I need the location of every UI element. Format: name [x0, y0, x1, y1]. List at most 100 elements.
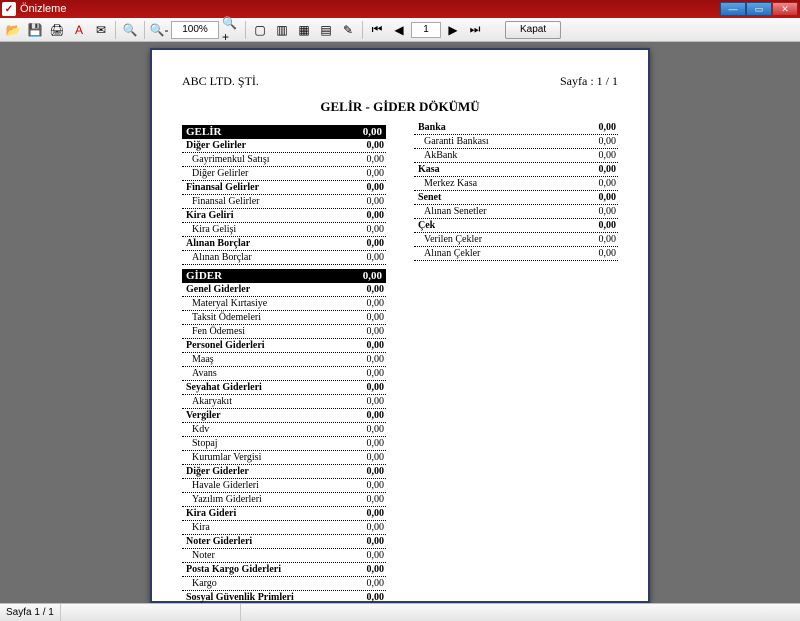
row-value: 0,00: [367, 550, 387, 561]
row-value: 0,00: [367, 592, 387, 603]
window-titlebar: ✓ Önizleme — ▭ ✕: [0, 0, 800, 18]
row-label: Fen Ödemesi: [182, 326, 245, 337]
save-icon[interactable]: 💾: [25, 20, 45, 40]
row-label: Avans: [182, 368, 217, 379]
row-label: Finansal Gelirler: [182, 196, 259, 207]
find-icon[interactable]: 🔍: [120, 20, 140, 40]
section-title: GELİR: [186, 126, 221, 138]
report-row: Senet0,00: [414, 191, 618, 205]
row-value: 0,00: [367, 340, 387, 351]
row-label: Verilen Çekler: [414, 234, 482, 245]
report-row: Genel Giderler0,00: [182, 283, 386, 297]
report-row: Materyal Kırtasiye0,00: [182, 297, 386, 311]
row-label: Taksit Ödemeleri: [182, 312, 261, 323]
section-total: 0,00: [363, 126, 382, 138]
pdf-icon[interactable]: A: [69, 20, 89, 40]
row-value: 0,00: [367, 578, 387, 589]
zoom-in-icon[interactable]: 🔍+: [221, 20, 241, 40]
report-row: Kira 0,00: [182, 521, 386, 535]
report-row: Havale Giderleri0,00: [182, 479, 386, 493]
report-row: Noter0,00: [182, 549, 386, 563]
row-value: 0,00: [367, 312, 387, 323]
last-page-icon[interactable]: ⏭: [465, 20, 485, 40]
row-label: Personel Giderleri: [182, 340, 265, 351]
page-number-input[interactable]: [411, 22, 441, 38]
two-page-icon[interactable]: ▦: [294, 20, 314, 40]
row-label: Stopaj: [182, 438, 218, 449]
row-value: 0,00: [599, 178, 619, 189]
report-row: Sosyal Güvenlik Primleri0,00: [182, 591, 386, 603]
next-page-icon[interactable]: ▶: [443, 20, 463, 40]
row-value: 0,00: [367, 326, 387, 337]
row-label: Yazılım Giderleri: [182, 494, 262, 505]
report-row: Merkez Kasa0,00: [414, 177, 618, 191]
row-value: 0,00: [367, 424, 387, 435]
fullpage-icon[interactable]: ▢: [250, 20, 270, 40]
row-value: 0,00: [599, 248, 619, 259]
row-label: Kira Geliri: [182, 210, 234, 221]
row-value: 0,00: [367, 494, 387, 505]
report-row: Maaş0,00: [182, 353, 386, 367]
row-label: Alınan Çekler: [414, 248, 480, 259]
prev-page-icon[interactable]: ◀: [389, 20, 409, 40]
open-icon[interactable]: 📂: [3, 20, 23, 40]
row-value: 0,00: [367, 238, 387, 249]
print-icon[interactable]: 🖨: [47, 20, 67, 40]
row-label: Kira: [182, 522, 210, 533]
row-label: Garanti Bankası: [414, 136, 489, 147]
minimize-button[interactable]: —: [720, 2, 746, 16]
row-value: 0,00: [599, 192, 619, 203]
report-row: Kargo 0,00: [182, 577, 386, 591]
toolbar-separator: [245, 21, 246, 39]
report-row: Finansal Gelirler0,00: [182, 181, 386, 195]
page-setup-icon[interactable]: ▤: [316, 20, 336, 40]
row-value: 0,00: [599, 122, 619, 133]
report-row: Alınan Senetler0,00: [414, 205, 618, 219]
report-row: Noter Giderleri 0,00: [182, 535, 386, 549]
report-row: Alınan Borçlar0,00: [182, 251, 386, 265]
report-row: Kira Gideri0,00: [182, 507, 386, 521]
status-spacer: [61, 604, 241, 621]
row-value: 0,00: [367, 522, 387, 533]
row-label: Kdv: [182, 424, 209, 435]
report-row: Taksit Ödemeleri 0,00: [182, 311, 386, 325]
edit-icon[interactable]: ✎: [338, 20, 358, 40]
row-value: 0,00: [599, 220, 619, 231]
row-value: 0,00: [367, 284, 387, 295]
report-row: Diğer Giderler0,00: [182, 465, 386, 479]
report-row: Banka 0,00: [414, 121, 618, 135]
zoom-combo[interactable]: 100%: [171, 21, 219, 39]
report-row: Diğer Gelirler0,00: [182, 139, 386, 153]
report-row: Çek 0,00: [414, 219, 618, 233]
row-label: Banka: [414, 122, 446, 133]
row-label: Kargo: [182, 578, 217, 589]
status-page: Sayfa 1 / 1: [0, 604, 61, 621]
page-width-icon[interactable]: ▥: [272, 20, 292, 40]
report-row: Stopaj0,00: [182, 437, 386, 451]
row-label: Akaryakıt: [182, 396, 232, 407]
row-label: Çek: [414, 220, 435, 231]
zoom-out-icon[interactable]: 🔍-: [149, 20, 169, 40]
row-value: 0,00: [367, 182, 387, 193]
row-value: 0,00: [367, 466, 387, 477]
first-page-icon[interactable]: ⏮: [367, 20, 387, 40]
row-label: Alınan Borçlar: [182, 252, 252, 263]
report-page: ABC LTD. ŞTİ. Sayfa : 1 / 1 GELİR - GİDE…: [150, 48, 650, 603]
report-row: Personel Giderleri 0,00: [182, 339, 386, 353]
maximize-button[interactable]: ▭: [746, 2, 772, 16]
row-value: 0,00: [367, 536, 387, 547]
row-label: Diğer Gelirler: [182, 140, 246, 151]
close-button[interactable]: ✕: [772, 2, 798, 16]
close-report-button[interactable]: Kapat: [505, 21, 561, 39]
report-row: Garanti Bankası0,00: [414, 135, 618, 149]
email-icon[interactable]: ✉: [91, 20, 111, 40]
row-label: Gayrimenkul Satışı: [182, 154, 270, 165]
report-row: Kira Gelişi0,00: [182, 223, 386, 237]
row-value: 0,00: [367, 410, 387, 421]
row-value: 0,00: [367, 196, 387, 207]
report-row: AkBank0,00: [414, 149, 618, 163]
report-viewer[interactable]: ABC LTD. ŞTİ. Sayfa : 1 / 1 GELİR - GİDE…: [0, 42, 800, 603]
row-label: Noter Giderleri: [182, 536, 252, 547]
row-label: Alınan Senetler: [414, 206, 486, 217]
row-value: 0,00: [367, 508, 387, 519]
